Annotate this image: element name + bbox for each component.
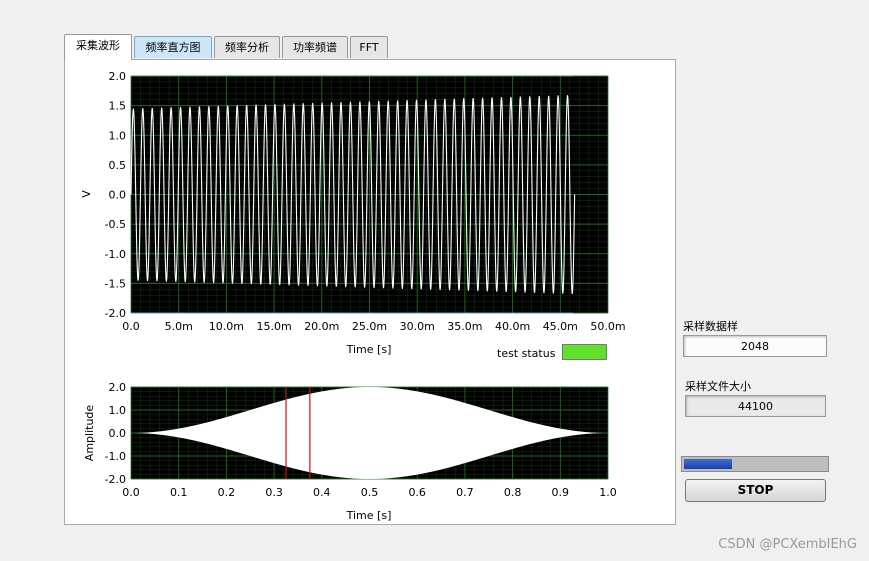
x-axis-label: Time [s]	[346, 509, 392, 522]
x-tick-label: 1.0	[599, 486, 617, 499]
x-tick-label: 0.3	[265, 486, 283, 499]
x-tick-label: 30.0m	[400, 320, 435, 333]
y-tick-label: -1.0	[105, 450, 126, 463]
x-tick-label: 0.8	[504, 486, 522, 499]
x-tick-label: 0.6	[408, 486, 426, 499]
y-tick-label: -0.5	[105, 218, 126, 231]
x-tick-label: 0.1	[170, 486, 188, 499]
y-tick-label: 1.0	[109, 404, 127, 417]
x-tick-label: 0.9	[552, 486, 570, 499]
x-tick-label: 10.0m	[209, 320, 244, 333]
stop-button[interactable]: STOP	[685, 479, 826, 502]
y-tick-label: 2.0	[109, 381, 127, 394]
x-tick-label: 0.5	[361, 486, 379, 499]
test-status-label: test status	[497, 347, 556, 360]
y-tick-label: -2.0	[105, 307, 126, 320]
waveform-graphs: 2.01.51.00.50.0-0.5-1.0-1.5-2.00.0 5.0m 10…	[80, 70, 626, 522]
file-size-field: 44100	[685, 395, 826, 417]
x-tick-label: 50.0m	[590, 320, 625, 333]
x-tick-label: 0.0	[122, 486, 140, 499]
y-tick-label: 2.0	[109, 70, 127, 83]
y-tick-label: -2.0	[105, 473, 126, 486]
x-tick-label: 0.7	[456, 486, 474, 499]
test-status-led[interactable]	[562, 344, 607, 360]
x-axis-label: Time [s]	[346, 343, 392, 356]
y-tick-label: 0.0	[109, 189, 127, 202]
x-tick-label: 20.0m	[304, 320, 339, 333]
progress-fill	[684, 459, 732, 469]
x-tick-label: 15.0m	[256, 320, 291, 333]
x-tick-label: 25.0m	[352, 320, 387, 333]
x-tick-label: 0.2	[218, 486, 236, 499]
y-tick-label: 1.5	[109, 100, 127, 113]
amplitude-graph: 2.01.00.0-1.0-2.00.0 0.1 0.2 0.3 0.4 0.5 0.6 0.…	[83, 381, 617, 522]
waveform-graph: 2.01.51.00.50.0-0.5-1.0-1.5-2.00.0 5.0m 10…	[80, 70, 626, 356]
y-tick-label: -1.0	[105, 248, 126, 261]
watermark: CSDN @PCXembIEhG	[718, 537, 857, 552]
file-size-label: 采样文件大小	[685, 380, 751, 393]
x-tick-label: 0.0	[122, 320, 140, 333]
x-tick-label: 35.0m	[447, 320, 482, 333]
tab-acquire-waveform[interactable]: 采集波形	[64, 34, 132, 60]
y-tick-label: 0.5	[109, 159, 127, 172]
x-tick-label: 0.4	[313, 486, 331, 499]
y-tick-label: 0.0	[109, 427, 127, 440]
y-axis-label: Amplitude	[83, 405, 96, 462]
sample-count-label: 采样数据样	[683, 320, 738, 333]
x-tick-label: 45.0m	[543, 320, 578, 333]
x-tick-label: 40.0m	[495, 320, 530, 333]
y-tick-label: -1.5	[105, 277, 126, 290]
progress-bar	[681, 456, 829, 472]
y-tick-label: 1.0	[109, 129, 127, 142]
x-tick-label: 5.0m	[165, 320, 193, 333]
sample-count-field[interactable]: 2048	[683, 335, 827, 357]
y-axis-label: V	[80, 190, 93, 198]
